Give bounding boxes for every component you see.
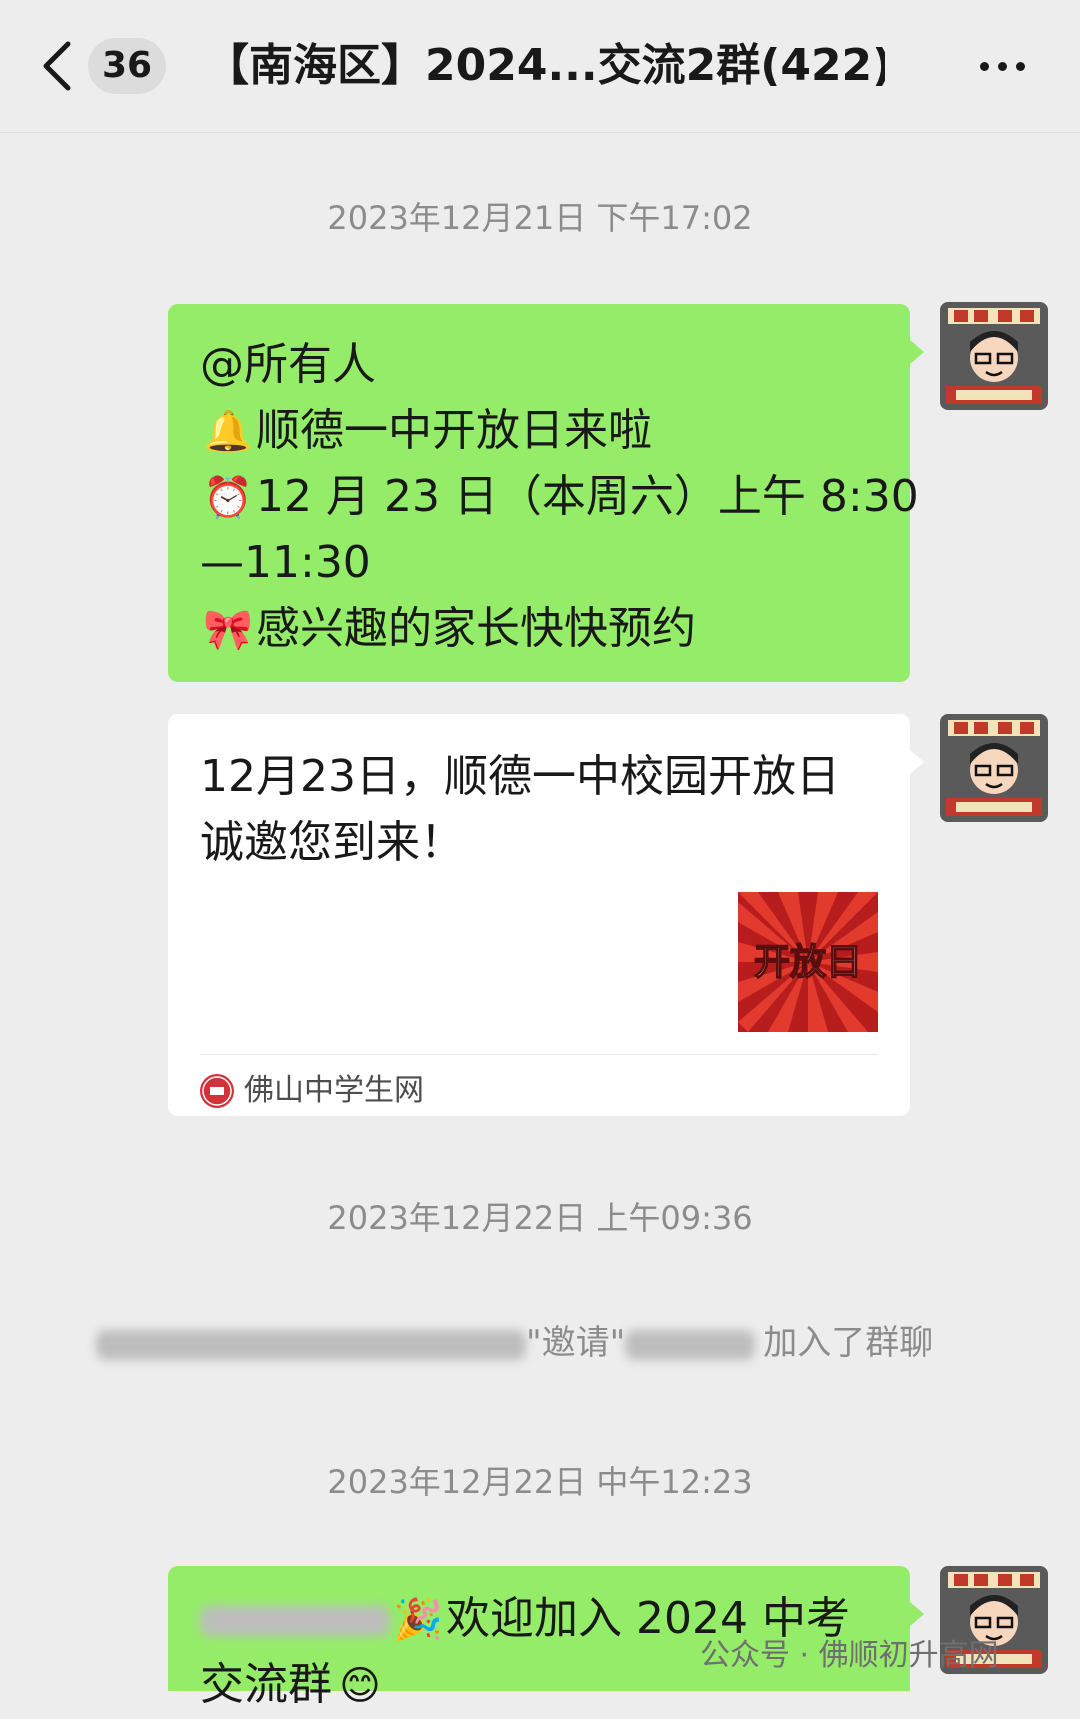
sender-avatar[interactable] <box>940 302 1048 410</box>
message-line: 交流群 😊 <box>200 1652 388 1718</box>
line-text: 交流群 <box>200 1659 332 1710</box>
message-line: 🎀感兴趣的家长快快预约 <box>200 596 696 662</box>
bell-icon: 🔔 <box>203 409 253 455</box>
blurred-invitee-name <box>625 1329 756 1360</box>
message-timestamp: 2023年12月22日 上午09:36 <box>327 1199 753 1237</box>
alarm-clock-icon: ⏰ <box>203 475 253 521</box>
message-timestamp: 2023年12月22日 中午12:23 <box>327 1463 753 1501</box>
link-card[interactable]: 12月23日，顺德一中校园开放日诚邀您到来！ 开放日 佛山中学生网 <box>168 714 924 1116</box>
system-joined-text: 加入了群聊 <box>763 1323 934 1363</box>
message-line: 🔔顺德一中开放日来啦 <box>200 398 652 464</box>
message-bubble[interactable]: @所有人 🔔顺德一中开放日来啦 ⏰12 月 23 日（本周六）上午 8:30 —… <box>168 304 924 682</box>
card-title: 12月23日，顺德一中校园开放日诚邀您到来！ <box>200 751 840 868</box>
smile-icon: 😊 <box>339 1663 381 1709</box>
system-join-message: "邀请" 加入了群聊 <box>96 1316 996 1370</box>
card-thumbnail: 开放日 <box>738 892 878 1032</box>
source-logo-icon <box>200 1074 234 1108</box>
message-timestamp: 2023年12月21日 下午17:02 <box>327 199 753 237</box>
line-text: 感兴趣的家长快快预约 <box>256 603 696 654</box>
card-source-name: 佛山中学生网 <box>244 1073 424 1108</box>
line-text: —11:30 <box>200 537 371 588</box>
line-text: @所有人 <box>200 339 376 390</box>
party-popper-icon: 🎉 <box>393 1597 443 1643</box>
thumbnail-text: 开放日 <box>754 942 862 983</box>
line-text: 顺德一中开放日来啦 <box>256 405 652 456</box>
chat-header: 36 【南海区】2024...交流2群(422) <box>0 0 1080 133</box>
sender-avatar[interactable] <box>940 714 1048 822</box>
back-chevron-icon[interactable] <box>40 40 76 92</box>
blurred-inviter-name <box>96 1329 526 1360</box>
chat-title: 【南海区】2024...交流2群(422) <box>205 40 885 91</box>
system-invite-text: "邀请" <box>526 1323 626 1363</box>
message-line: —11:30 <box>200 530 371 596</box>
unread-count-badge[interactable]: 36 <box>88 38 166 94</box>
blurred-member-name <box>200 1606 390 1636</box>
ribbon-icon: 🎀 <box>203 607 253 653</box>
line-text: 12 月 23 日（本周六）上午 8:30 <box>256 471 919 522</box>
card-divider <box>200 1054 878 1055</box>
message-line: @所有人 <box>200 332 376 398</box>
more-options-icon[interactable] <box>972 46 1032 86</box>
watermark-text: 公众号 · 佛顺初升高网 <box>700 1638 999 1673</box>
message-line: ⏰12 月 23 日（本周六）上午 8:30 <box>200 464 919 530</box>
